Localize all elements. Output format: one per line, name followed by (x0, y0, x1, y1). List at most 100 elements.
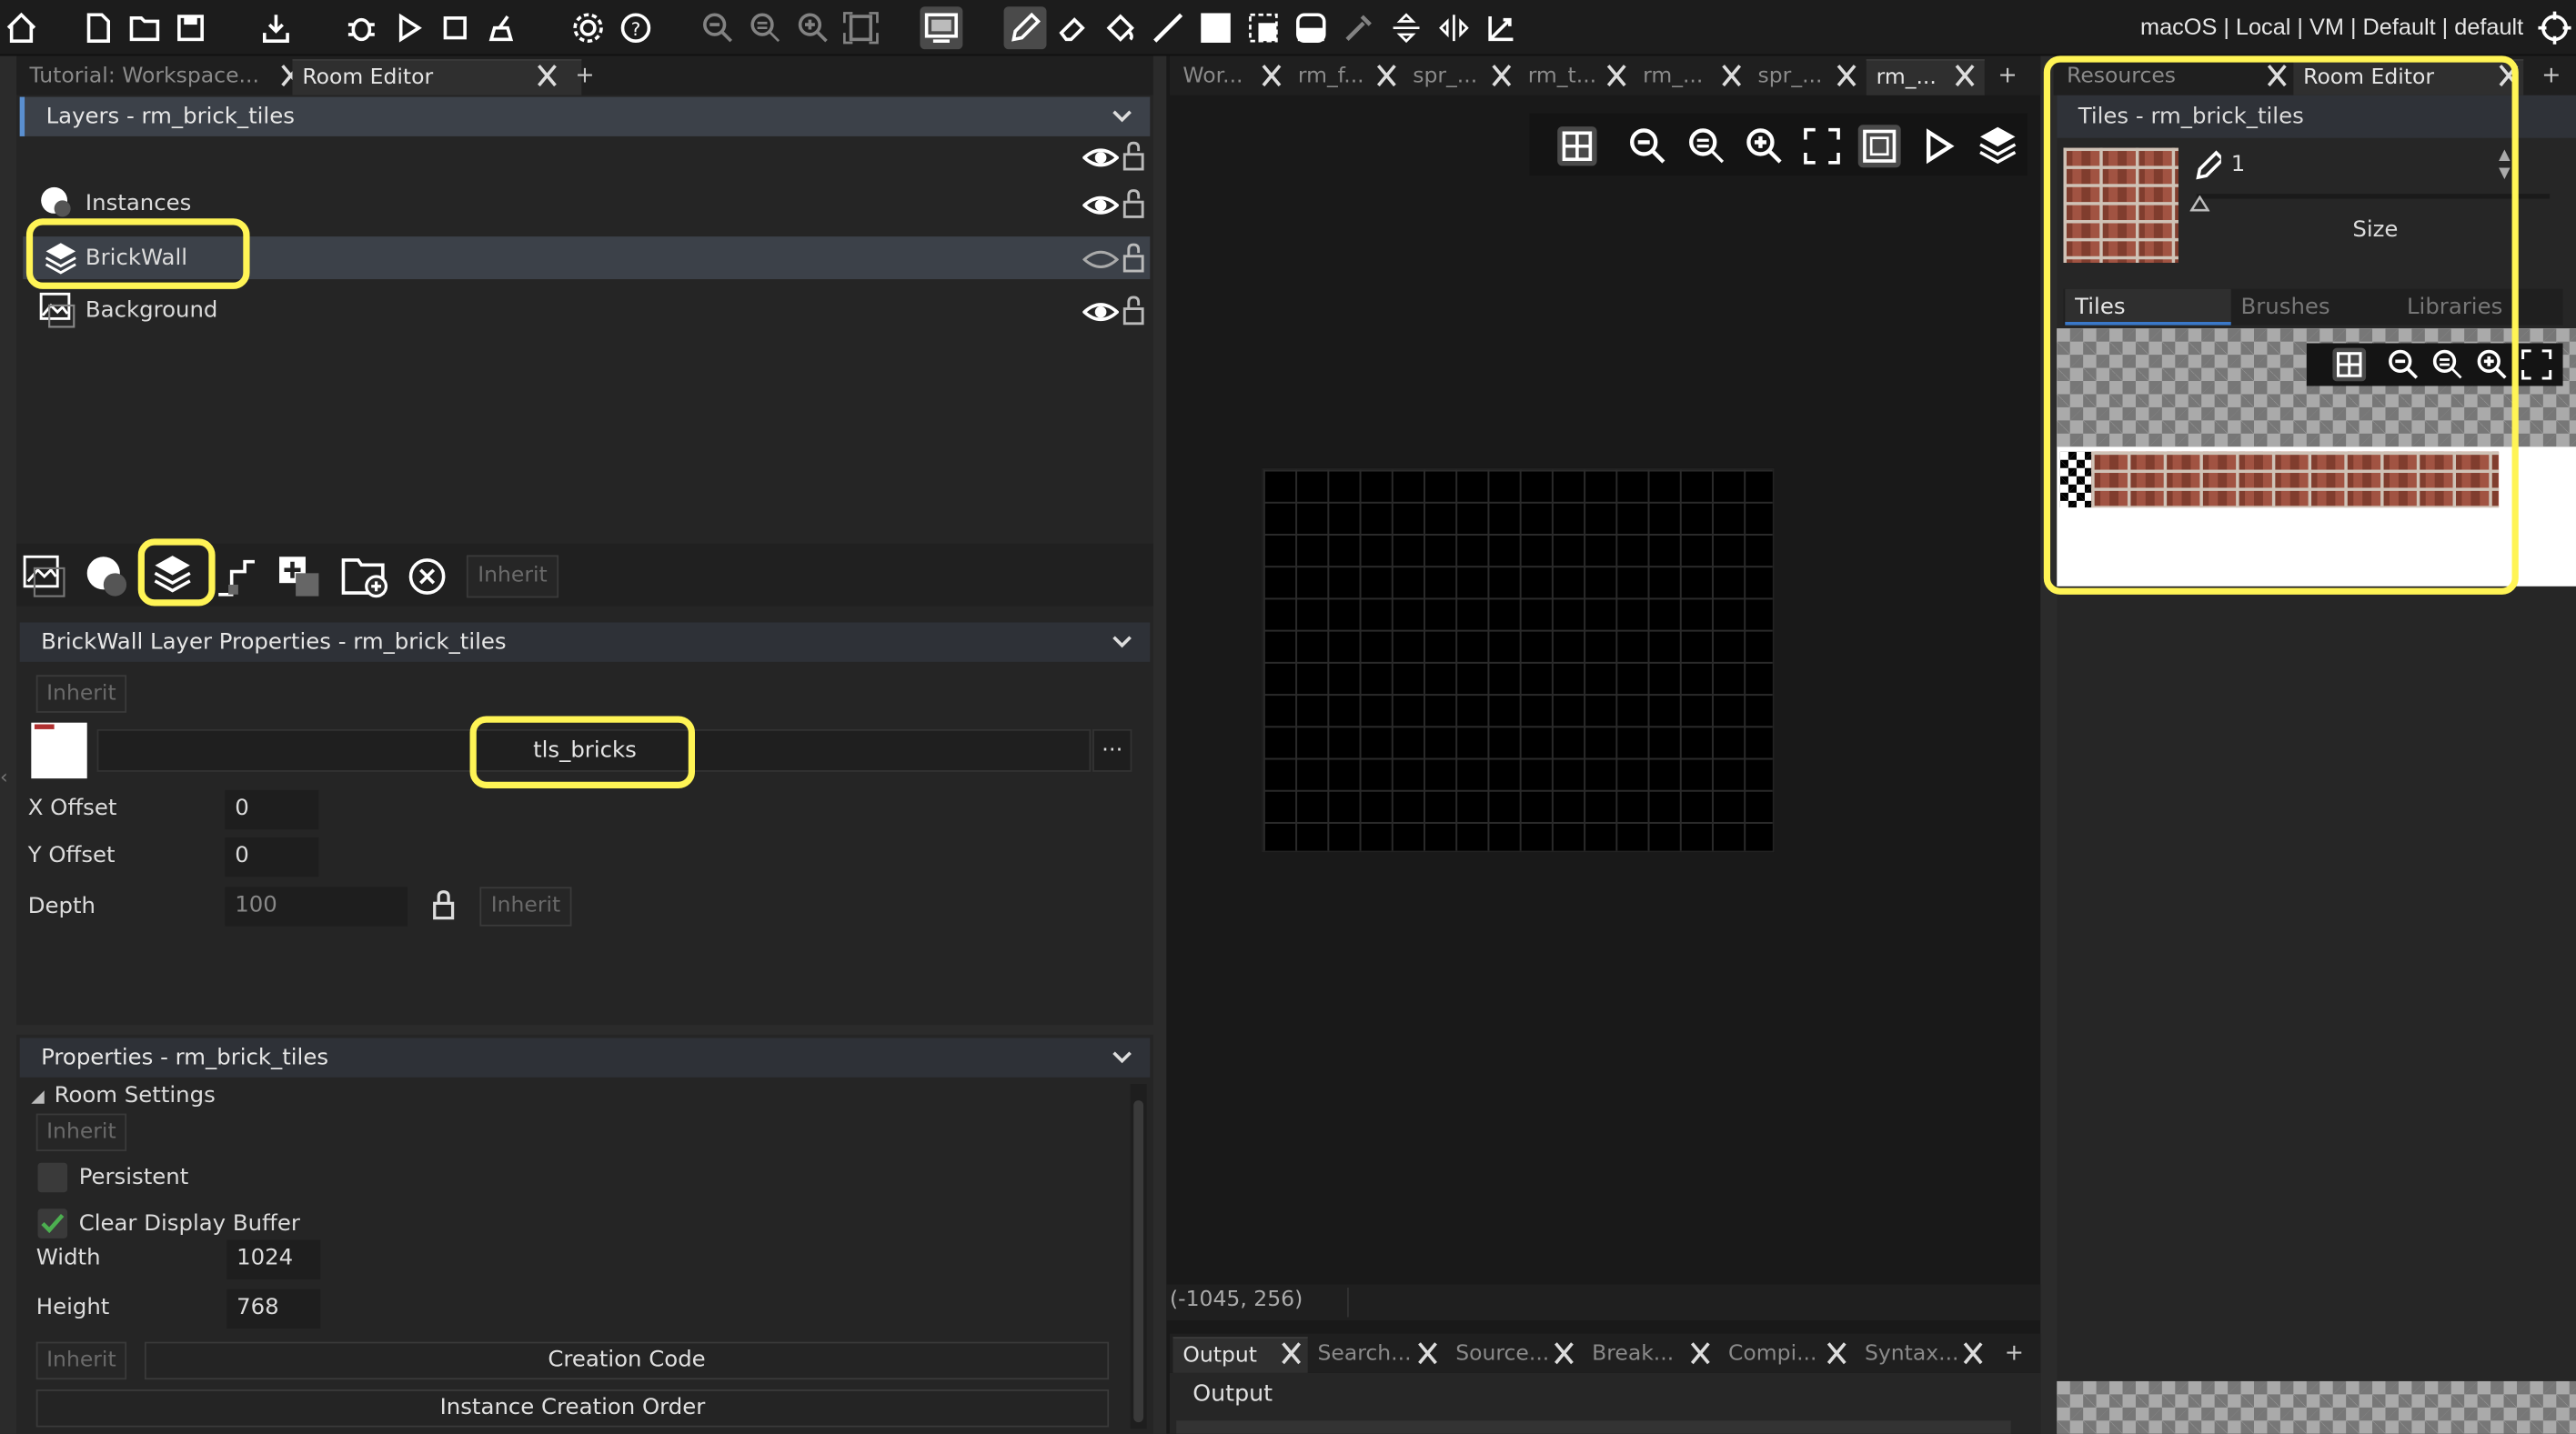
tab-resources[interactable]: Resources (2057, 59, 2295, 95)
room-canvas[interactable] (1262, 467, 1775, 853)
picker-icon[interactable] (1337, 6, 1380, 49)
save-icon[interactable] (169, 6, 212, 49)
settings-icon[interactable] (567, 6, 609, 49)
lock-icon[interactable] (1122, 187, 1145, 220)
depth-input[interactable]: 100 (225, 887, 408, 927)
close-icon[interactable] (1716, 61, 1746, 91)
fit-room-icon[interactable] (1857, 123, 1903, 169)
subtab-brushes[interactable]: Brushes (2233, 289, 2390, 326)
inherit-button[interactable]: Inherit (35, 1113, 127, 1152)
x-offset-input[interactable]: 0 (225, 789, 319, 830)
creation-code-button[interactable]: Creation Code (144, 1341, 1110, 1380)
home-icon[interactable] (0, 6, 43, 49)
help-icon[interactable]: ? (614, 6, 657, 49)
close-icon[interactable] (2494, 61, 2524, 91)
visibility-eye-icon[interactable] (1082, 297, 1119, 327)
close-icon[interactable] (1602, 61, 1632, 91)
close-icon[interactable] (1372, 61, 1402, 91)
zoom-reset-icon[interactable] (2431, 348, 2464, 381)
close-icon[interactable] (1685, 1339, 1716, 1369)
pencil-icon[interactable] (1003, 6, 1047, 50)
target-info[interactable]: macOS | Local | VM | Default | default (2140, 13, 2523, 39)
subtab-tiles[interactable]: Tiles (2065, 288, 2231, 326)
select-icon[interactable] (1242, 6, 1284, 49)
visibility-eye-off-icon[interactable] (1082, 245, 1119, 275)
room-settings-label[interactable]: Room Settings (55, 1082, 216, 1108)
tiles-header[interactable]: Tiles - rm_brick_tiles (2057, 95, 2576, 138)
fullscreen-icon[interactable] (2521, 348, 2553, 381)
depth-inherit-button[interactable]: Inherit (479, 887, 572, 927)
add-path-layer-icon[interactable] (216, 555, 258, 597)
inherit-button[interactable]: Inherit (466, 555, 559, 598)
zoom-reset-icon[interactable] (744, 6, 787, 49)
zoom-out-icon[interactable] (697, 6, 740, 49)
brush-size-input[interactable]: 1 (2220, 145, 2494, 186)
tileset-name[interactable]: tls_bricks (479, 729, 689, 772)
flip-vertical-icon[interactable] (1385, 6, 1428, 49)
close-icon[interactable] (1276, 1339, 1306, 1369)
fill-icon[interactable] (1099, 6, 1142, 49)
add-asset-layer-icon[interactable] (276, 554, 322, 600)
close-icon[interactable] (1822, 1339, 1852, 1369)
rotate-icon[interactable] (1480, 6, 1523, 49)
lock-icon[interactable] (1122, 294, 1145, 326)
lock-icon[interactable] (1122, 241, 1145, 274)
width-input[interactable]: 1024 (226, 1239, 321, 1279)
add-tab-button[interactable]: + (1999, 1339, 2029, 1369)
add-folder-icon[interactable] (340, 554, 389, 600)
depth-lock-icon[interactable] (430, 888, 457, 921)
open-folder-icon[interactable] (123, 6, 166, 49)
expand-triangle-icon[interactable] (30, 1088, 46, 1105)
eraser-icon[interactable] (1052, 6, 1094, 49)
size-slider-handle[interactable] (2189, 195, 2210, 212)
spin-buttons[interactable]: ▲ ▼ (2499, 148, 2515, 185)
clear-display-checkbox[interactable] (37, 1208, 68, 1238)
chevron-down-icon[interactable] (1111, 632, 1133, 652)
layer-row-brickwall[interactable]: BrickWall (23, 236, 1151, 280)
fullscreen-icon[interactable] (1802, 126, 1841, 165)
delete-layer-icon[interactable] (408, 557, 447, 596)
close-icon[interactable] (1549, 1339, 1579, 1369)
y-offset-input[interactable]: 0 (225, 837, 319, 877)
size-slider-track[interactable] (2196, 194, 2551, 199)
lock-icon[interactable] (1122, 140, 1145, 173)
play-room-icon[interactable] (1922, 128, 1955, 165)
close-icon[interactable] (532, 61, 562, 91)
line-icon[interactable] (1147, 6, 1190, 49)
stop-icon[interactable] (434, 6, 477, 49)
flip-horizontal-icon[interactable] (1433, 6, 1475, 49)
grid-toggle-icon[interactable] (2331, 346, 2368, 383)
persistent-checkbox[interactable] (37, 1162, 68, 1193)
collapse-left-icon[interactable]: ‹ (0, 766, 13, 792)
layers-header[interactable]: Layers - rm_brick_tiles (19, 96, 1151, 136)
zoom-out-icon[interactable] (1628, 126, 1667, 165)
close-icon[interactable] (2262, 61, 2292, 91)
close-icon[interactable] (1950, 61, 1980, 91)
zoom-in-icon[interactable] (1745, 126, 1784, 165)
grid-toggle-icon[interactable] (1555, 125, 1598, 167)
layer-properties-header[interactable]: BrickWall Layer Properties - rm_brick_ti… (19, 622, 1151, 662)
add-tab-button[interactable]: + (1993, 61, 2023, 91)
rectangle-icon[interactable] (1194, 6, 1237, 49)
room-properties-header[interactable]: Properties - rm_brick_tiles (19, 1038, 1151, 1078)
empty-tile[interactable] (2059, 451, 2092, 508)
chevron-down-icon[interactable] (1111, 106, 1133, 126)
close-icon[interactable] (1487, 61, 1517, 91)
zoom-out-icon[interactable] (2387, 348, 2420, 381)
clean-icon[interactable] (481, 6, 524, 49)
display-icon[interactable] (920, 6, 963, 50)
instance-creation-order-button[interactable]: Instance Creation Order (35, 1389, 1110, 1428)
zoom-reset-icon[interactable] (1687, 126, 1726, 165)
add-tab-button[interactable]: + (570, 61, 600, 91)
close-icon[interactable] (1832, 61, 1862, 91)
target-icon[interactable] (2533, 6, 2576, 49)
add-background-layer-icon[interactable] (23, 555, 65, 597)
export-icon[interactable] (255, 6, 297, 49)
inherit-button[interactable]: Inherit (35, 1341, 127, 1380)
debug-icon[interactable] (340, 6, 383, 49)
zoom-in-icon[interactable] (792, 6, 835, 49)
tab-room-editor-right[interactable]: Room Editor (2293, 59, 2524, 95)
subtab-libraries[interactable]: Libraries (2399, 289, 2556, 326)
chevron-down-icon[interactable] (1111, 1048, 1133, 1068)
run-icon[interactable] (387, 6, 430, 49)
